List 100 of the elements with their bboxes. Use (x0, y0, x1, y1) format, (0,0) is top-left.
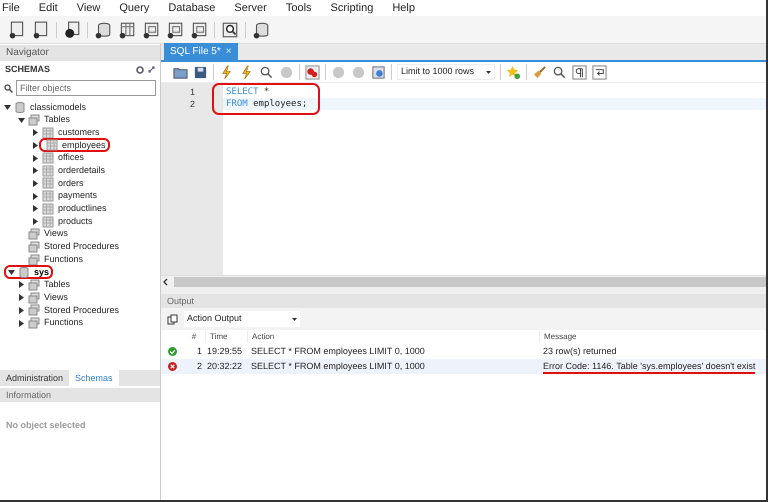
column-header: Message (539, 331, 766, 343)
expand-arrow-icon[interactable] (32, 205, 39, 212)
expand-arrow-icon[interactable] (18, 294, 25, 302)
line-number: 2 (188, 98, 196, 110)
collapse-arrow-icon[interactable] (8, 268, 15, 276)
folder-icon (28, 254, 40, 266)
table-cell-text: SELECT * FROM employees LIMIT 0, 1000 (250, 344, 426, 358)
database-icon[interactable] (252, 20, 270, 38)
star-icon[interactable] (506, 64, 521, 80)
tree-item[interactable]: products (58, 214, 93, 228)
table-cell-text: 2 (196, 360, 203, 373)
folder-icon (28, 114, 40, 126)
output-row[interactable]: 2 20:32:22 SELECT * FROM employees LIMIT 0, 1000 Error Code: 1146. Table 'sys.employees' doesn't exist (161, 359, 766, 374)
panel-tab[interactable]: Schemas (69, 370, 119, 386)
line-number: 1 (188, 86, 196, 98)
table-icon (42, 216, 54, 228)
output-row[interactable]: 1 19:29:55 SELECT * FROM employees LIMIT 0, 1000 23 row(s) returned (161, 344, 766, 359)
expand-arrow-icon[interactable] (32, 129, 39, 136)
tree-item[interactable]: employees (62, 138, 106, 152)
menu-item[interactable]: Edit (38, 0, 58, 16)
menu-item[interactable]: Tools (286, 0, 312, 16)
tree-item[interactable]: classicmodels (30, 100, 86, 114)
copy-icon[interactable] (167, 314, 178, 324)
column-header: Action (247, 331, 539, 343)
expand-arrow-icon[interactable] (32, 180, 39, 187)
tree-item[interactable]: orders (58, 176, 84, 190)
table-cell-text: 20:32:22 (206, 360, 244, 373)
expand-arrow-icon[interactable] (32, 218, 39, 226)
code-line: SELECT * (225, 86, 270, 98)
wrap-icon[interactable] (592, 64, 607, 80)
database-icon (18, 266, 30, 278)
menu-item[interactable]: Query (119, 0, 150, 16)
lightning-icon[interactable] (219, 64, 234, 80)
database-icon (14, 101, 26, 114)
broom-icon[interactable] (532, 64, 547, 80)
folder-icon (28, 317, 40, 330)
tree-item[interactable]: Tables (44, 113, 70, 127)
expand-arrow-icon[interactable] (32, 192, 39, 200)
dropdown-arrow-icon[interactable] (486, 70, 491, 74)
tree-item[interactable]: Functions (44, 252, 84, 266)
table-icon (46, 139, 58, 152)
collapse-arrow-icon[interactable] (18, 116, 25, 124)
table-icon (42, 202, 54, 215)
lightning-icon[interactable] (239, 64, 254, 80)
tree-item[interactable]: sys (34, 266, 50, 280)
window-icon[interactable] (190, 20, 208, 38)
folder-icon (28, 278, 40, 291)
table-cell: Error Code: 1146. Table 'sys.employees' doesn't exist (539, 360, 766, 374)
menu-item[interactable]: Database (168, 0, 216, 16)
tree-item[interactable]: orderdetails (58, 164, 106, 178)
search-icon[interactable] (552, 64, 567, 80)
pilcrow-icon[interactable] (572, 64, 587, 80)
tree-item[interactable]: Views (44, 290, 68, 304)
expand-arrow-icon[interactable] (18, 281, 25, 288)
table-cell-text: SELECT * FROM employees LIMIT 0, 1000 (250, 360, 426, 373)
limit-dropdown[interactable]: Limit to 1000 rows (397, 64, 495, 80)
panel-header: Navigator (0, 45, 160, 61)
expand-arrow-icon[interactable] (32, 154, 39, 162)
expand-icon[interactable] (148, 66, 155, 73)
refresh-icon[interactable] (136, 66, 144, 74)
expand-arrow-icon[interactable] (32, 167, 39, 174)
horizontal-scrollbar[interactable] (174, 277, 766, 287)
column-header: Time (205, 331, 247, 343)
table-cell-text: 19:29:55 (206, 344, 244, 358)
expand-arrow-icon[interactable] (32, 142, 39, 149)
table-icon (42, 190, 54, 202)
tree-item[interactable]: payments (58, 189, 98, 203)
tree-item[interactable]: Stored Procedures (44, 304, 120, 318)
menu-item[interactable]: Scripting (330, 0, 374, 16)
output-view-dropdown[interactable]: Action Output (184, 311, 300, 327)
menu-item[interactable]: Help (392, 0, 415, 16)
expand-arrow-icon[interactable] (18, 306, 25, 314)
menu-item[interactable]: Server (234, 0, 267, 16)
tree-item[interactable]: offices (58, 151, 84, 165)
panel-tab[interactable]: Administration (0, 370, 70, 386)
menu-item[interactable]: View (76, 0, 100, 16)
tree-item[interactable]: Stored Procedures (44, 240, 120, 254)
folder-icon (28, 292, 40, 304)
table-icon[interactable] (118, 20, 136, 38)
info-text: No object selected (6, 420, 86, 430)
menu-item[interactable]: File (2, 0, 20, 16)
window-icon[interactable] (166, 20, 184, 38)
inspect-icon[interactable] (221, 20, 239, 38)
magnifier-icon[interactable] (259, 64, 274, 80)
tree-item[interactable]: customers (58, 126, 100, 140)
filter-field[interactable]: Filter objects (16, 80, 156, 96)
expand-arrow-icon[interactable] (18, 320, 25, 327)
window-icon[interactable] (142, 20, 160, 38)
tree-item[interactable]: Views (44, 227, 68, 241)
tree-item[interactable]: productlines (58, 202, 107, 216)
new-file-icon[interactable] (8, 20, 26, 38)
collapse-arrow-icon[interactable] (4, 104, 11, 111)
tree-item[interactable]: Tables (44, 278, 70, 292)
table-cell-text: 23 row(s) returned (542, 344, 618, 358)
folder-icon (28, 304, 40, 316)
tree-item[interactable]: Functions (44, 316, 84, 330)
search-icon (4, 84, 13, 92)
database-icon[interactable] (94, 20, 112, 38)
section-title: SCHEMAS (5, 63, 50, 76)
save-icon[interactable] (193, 64, 208, 80)
